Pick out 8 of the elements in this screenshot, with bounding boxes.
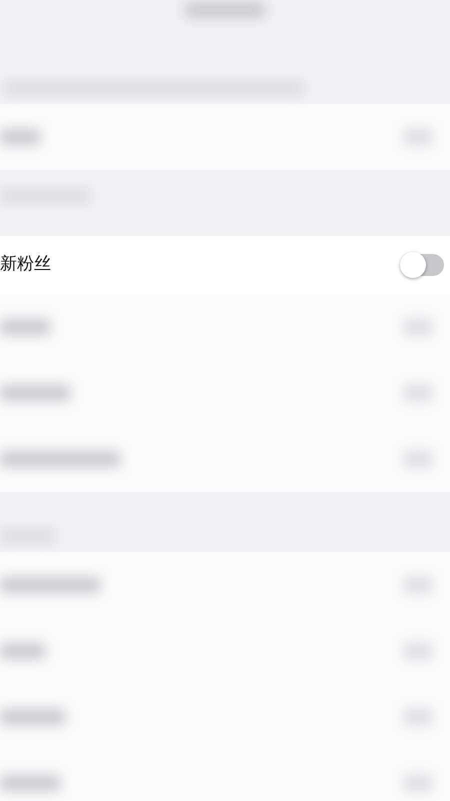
blurred-text: [0, 319, 50, 335]
blurred-text: [0, 385, 70, 401]
setting-label: 新粉丝: [0, 253, 51, 276]
blurred-text: [0, 643, 45, 659]
blurred-text: [0, 709, 65, 725]
toggle-switch[interactable]: [402, 254, 444, 276]
blurred-text: [0, 129, 40, 145]
blurred-text: [0, 775, 60, 791]
